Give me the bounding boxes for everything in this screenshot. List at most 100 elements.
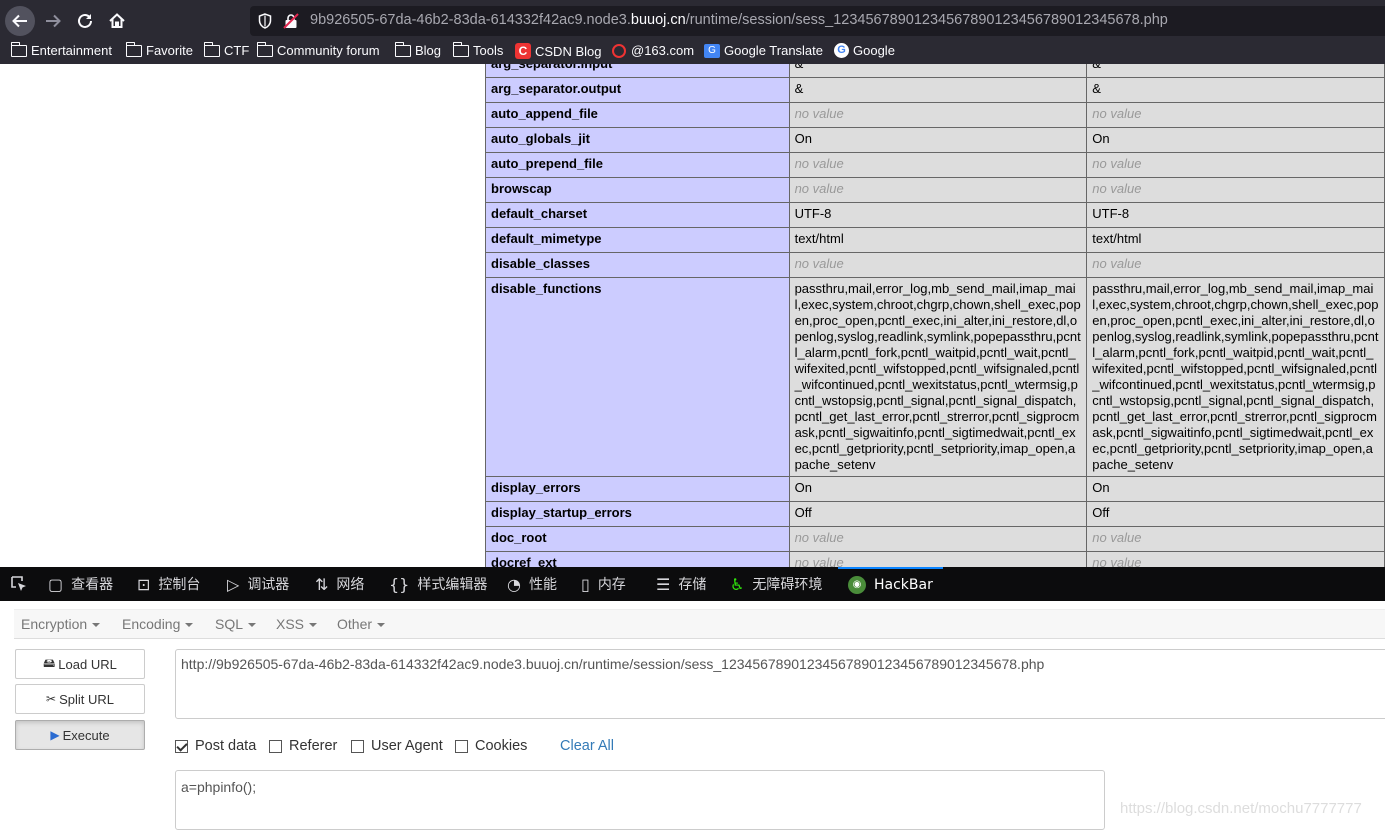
reload-button[interactable] bbox=[70, 6, 100, 36]
caret-down-icon bbox=[309, 623, 317, 627]
local-value: no value bbox=[789, 527, 1087, 552]
local-value: passthru,mail,error_log,mb_send_mail,ima… bbox=[789, 278, 1087, 477]
tab-label: 查看器 bbox=[71, 574, 113, 594]
directive-name: auto_append_file bbox=[486, 103, 790, 128]
bookmark-favorite[interactable]: Favorite bbox=[126, 43, 193, 58]
folder-icon bbox=[204, 45, 220, 57]
element-picker-button[interactable] bbox=[9, 567, 29, 601]
bookmark-community-forum[interactable]: Community forum bbox=[257, 43, 380, 58]
directive-name: auto_prepend_file bbox=[486, 153, 790, 178]
tab-network[interactable]: ⇅网络 bbox=[315, 567, 364, 601]
directive-name: default_mimetype bbox=[486, 228, 790, 253]
hackbar-menu: Encryption Encoding SQL XSS Other bbox=[14, 609, 1385, 639]
watermark: https://blog.csdn.net/mochu7777777 bbox=[1120, 800, 1362, 817]
url-bar[interactable]: 9b926505-67da-46b2-83da-614332f42ac9.nod… bbox=[250, 6, 1385, 36]
tab-hackbar[interactable]: ◉HackBar bbox=[838, 567, 943, 601]
menu-xss[interactable]: XSS bbox=[276, 616, 317, 632]
bookmark-163[interactable]: @163.com bbox=[612, 43, 694, 58]
tab-label: 控制台 bbox=[158, 574, 200, 594]
url-text[interactable]: 9b926505-67da-46b2-83da-614332f42ac9.nod… bbox=[310, 12, 1168, 28]
style-editor-icon: {} bbox=[389, 575, 409, 594]
local-value: no value bbox=[789, 552, 1087, 568]
bookmark-google[interactable]: G Google bbox=[834, 43, 895, 58]
storage-icon: ☰ bbox=[656, 575, 670, 594]
bookmark-label: Community forum bbox=[277, 43, 380, 58]
local-value: no value bbox=[789, 253, 1087, 278]
play-icon: ▶ bbox=[50, 728, 59, 742]
post-data-checkbox[interactable]: Post data bbox=[175, 738, 256, 754]
post-data-textarea[interactable]: a=phpinfo(); bbox=[175, 770, 1105, 830]
master-value: On bbox=[1087, 477, 1385, 502]
button-label: Split URL bbox=[59, 692, 114, 707]
tab-label: 调试器 bbox=[247, 574, 289, 594]
browser-toolbar: 9b926505-67da-46b2-83da-614332f42ac9.nod… bbox=[0, 0, 1385, 64]
master-value: no value bbox=[1087, 527, 1385, 552]
menu-label: XSS bbox=[276, 616, 304, 632]
url-path: /runtime/session/sess_123456789012345678… bbox=[686, 12, 1168, 28]
directive-name: disable_classes bbox=[486, 253, 790, 278]
menu-label: SQL bbox=[215, 616, 243, 632]
clear-all-link[interactable]: Clear All bbox=[560, 738, 614, 754]
menu-sql[interactable]: SQL bbox=[215, 616, 256, 632]
user-agent-checkbox[interactable]: User Agent bbox=[351, 738, 443, 754]
checkbox-label: Cookies bbox=[475, 738, 527, 754]
load-url-button[interactable]: 🖴Load URL bbox=[15, 649, 145, 679]
bookmark-ctf[interactable]: CTF bbox=[204, 43, 249, 58]
execute-button[interactable]: ▶Execute bbox=[15, 720, 145, 750]
bookmark-csdn-blog[interactable]: CCSDN Blog bbox=[515, 43, 601, 59]
directive-name: auto_globals_jit bbox=[486, 128, 790, 153]
referer-checkbox[interactable]: Referer bbox=[269, 738, 337, 754]
checkbox[interactable] bbox=[351, 740, 364, 753]
menu-other[interactable]: Other bbox=[337, 616, 385, 632]
folder-icon bbox=[11, 45, 27, 57]
page-content: arg_separator.input&&arg_separator.outpu… bbox=[0, 64, 1385, 567]
checkbox-label: Referer bbox=[289, 738, 337, 754]
google-logo-icon: G bbox=[834, 43, 849, 58]
bookmark-label: Tools bbox=[473, 43, 503, 58]
shield-icon[interactable] bbox=[258, 13, 272, 29]
checkbox[interactable] bbox=[455, 740, 468, 753]
menu-encoding[interactable]: Encoding bbox=[122, 616, 193, 632]
bookmark-entertainment[interactable]: Entertainment bbox=[11, 43, 112, 58]
tab-style-editor[interactable]: {}样式编辑器 bbox=[389, 567, 487, 601]
tab-inspector[interactable]: ▢查看器 bbox=[48, 567, 113, 601]
tab-debugger[interactable]: ▷调试器 bbox=[227, 567, 289, 601]
bookmark-google-translate[interactable]: GGoogle Translate bbox=[704, 43, 823, 58]
directive-name: display_errors bbox=[486, 477, 790, 502]
folder-icon bbox=[257, 45, 273, 57]
split-url-button[interactable]: ✂Split URL bbox=[15, 684, 145, 714]
url-textarea[interactable]: http://9b926505-67da-46b2-83da-614332f42… bbox=[175, 649, 1385, 719]
menu-encryption[interactable]: Encryption bbox=[21, 616, 100, 632]
checkbox-checked[interactable] bbox=[175, 740, 188, 753]
directive-name: display_startup_errors bbox=[486, 502, 790, 527]
local-value: UTF-8 bbox=[789, 203, 1087, 228]
local-value: no value bbox=[789, 153, 1087, 178]
tab-performance[interactable]: ◔性能 bbox=[507, 567, 557, 601]
tab-label: HackBar bbox=[874, 577, 933, 593]
master-value: text/html bbox=[1087, 228, 1385, 253]
local-value: text/html bbox=[789, 228, 1087, 253]
tab-console[interactable]: ⊡控制台 bbox=[137, 567, 200, 601]
bookmark-blog[interactable]: Blog bbox=[395, 43, 441, 58]
forward-button[interactable] bbox=[38, 6, 68, 36]
tab-accessibility[interactable]: ♿无障碍环境 bbox=[730, 567, 822, 601]
bookmark-label: Favorite bbox=[146, 43, 193, 58]
local-value: & bbox=[789, 64, 1087, 78]
cookies-checkbox[interactable]: Cookies bbox=[455, 738, 527, 754]
bookmark-label: Google bbox=[853, 43, 895, 58]
google-translate-icon: G bbox=[704, 44, 720, 58]
bookmark-tools[interactable]: Tools bbox=[453, 43, 503, 58]
local-value: On bbox=[789, 477, 1087, 502]
master-value: no value bbox=[1087, 552, 1385, 568]
tab-memory[interactable]: ▯ 内存 bbox=[581, 567, 626, 601]
back-button[interactable] bbox=[5, 6, 35, 36]
tab-storage[interactable]: ☰存储 bbox=[656, 567, 706, 601]
insecure-connection-icon[interactable] bbox=[283, 13, 299, 29]
tab-label: 内存 bbox=[598, 574, 626, 594]
memory-icon: ▯ bbox=[581, 575, 590, 594]
home-button[interactable] bbox=[102, 6, 132, 36]
phpinfo-row: auto_globals_jitOnOn bbox=[486, 128, 1385, 153]
local-value: no value bbox=[789, 178, 1087, 203]
checkbox[interactable] bbox=[269, 740, 282, 753]
network-icon: ⇅ bbox=[315, 575, 328, 594]
